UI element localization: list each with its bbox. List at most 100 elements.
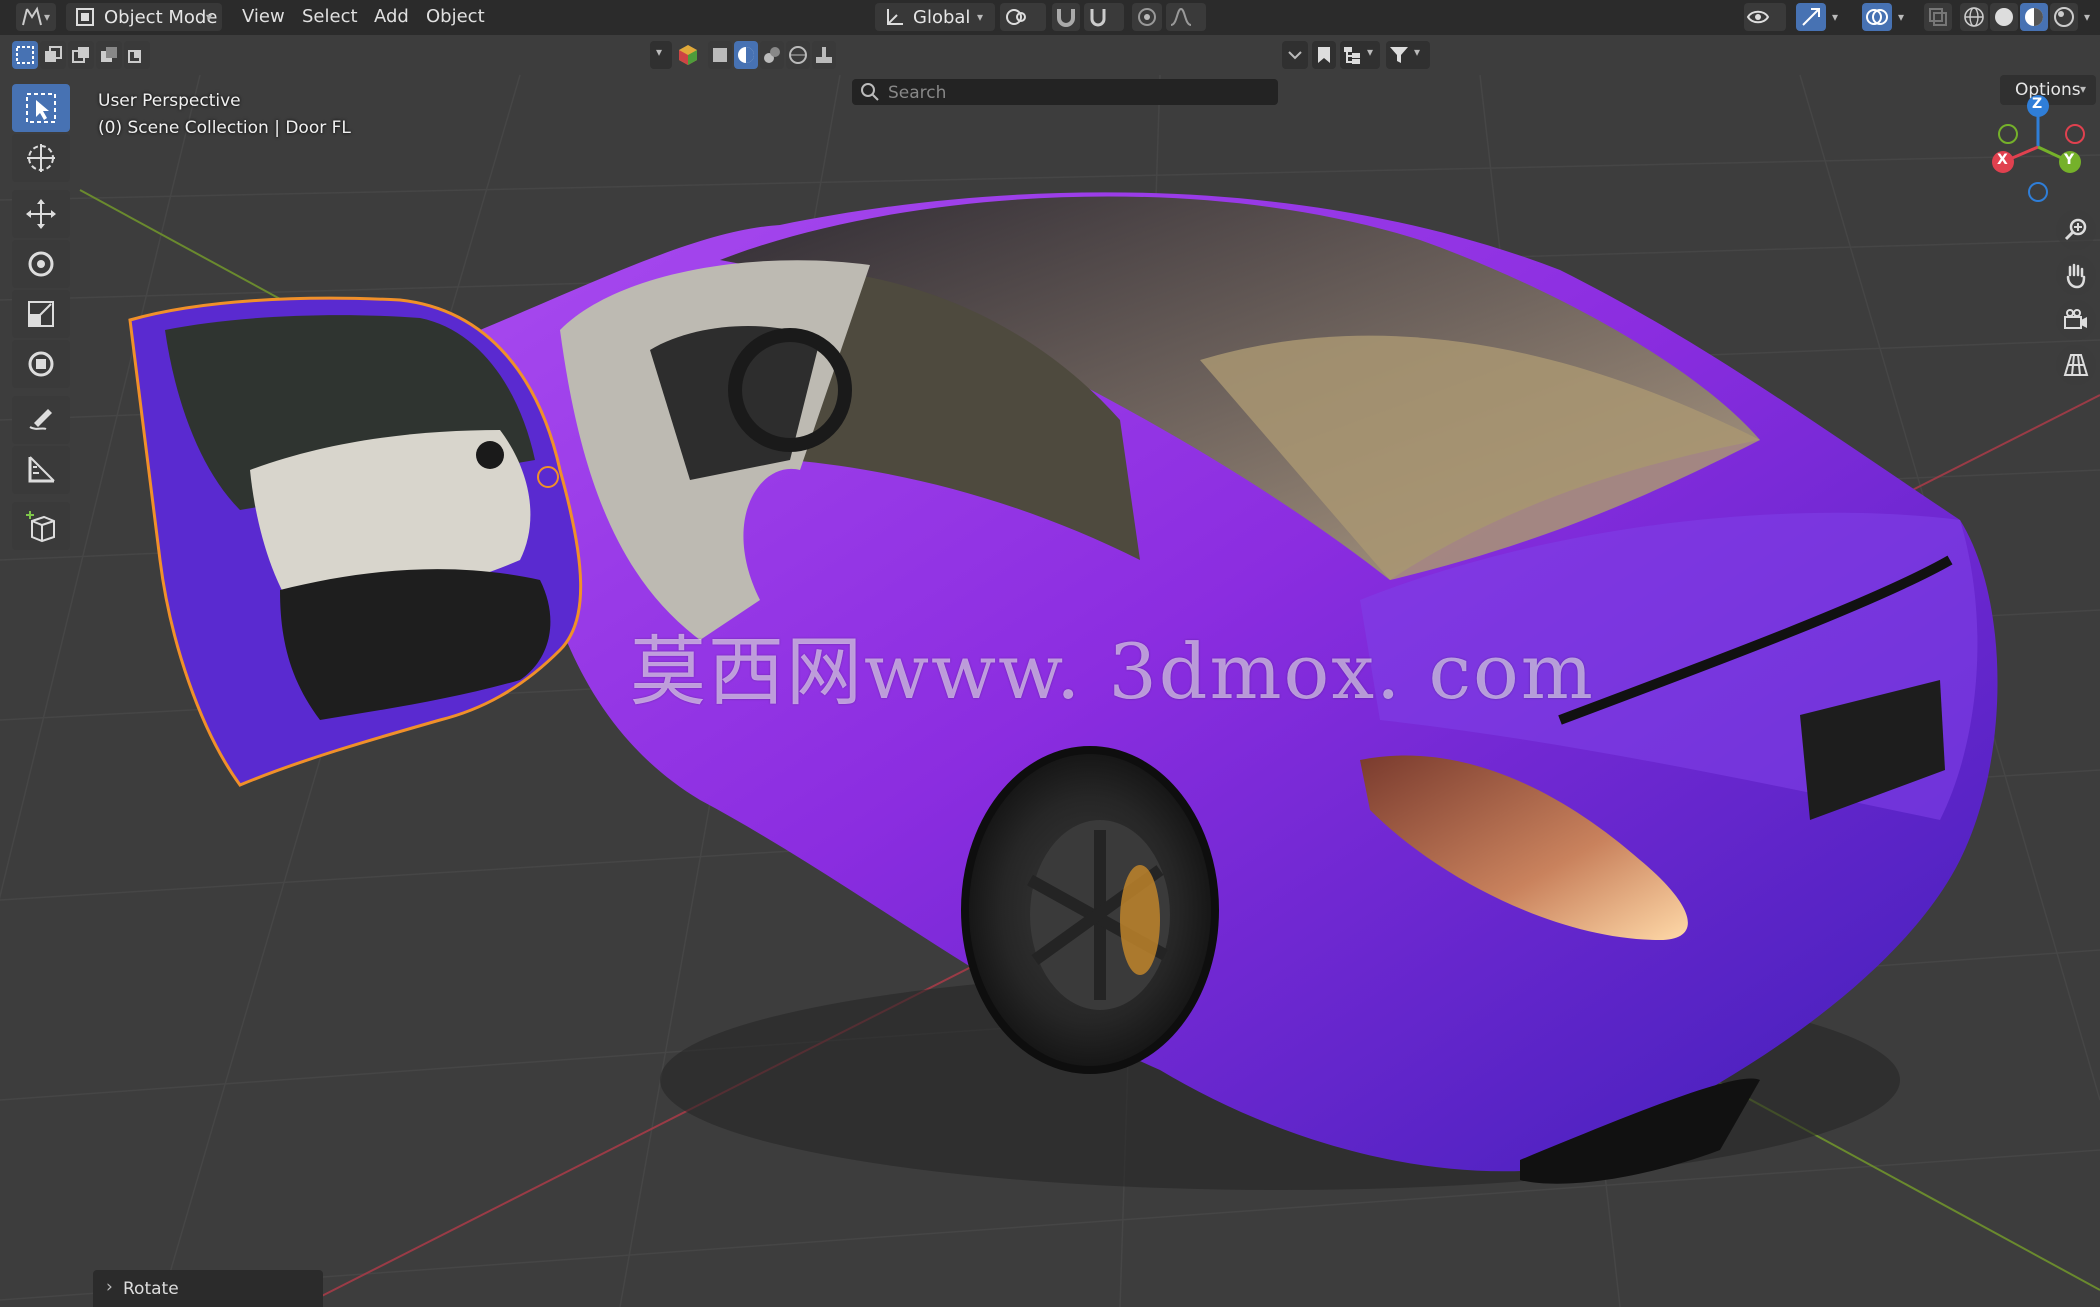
square-icon [713, 48, 727, 62]
object-mode-icon [76, 8, 94, 26]
filter-world[interactable] [786, 41, 810, 69]
viewport-info: User Perspective (0) Scene Collection | … [98, 88, 351, 142]
snap-toggle[interactable] [1052, 3, 1080, 31]
last-operator-panel[interactable]: › Rotate [93, 1270, 323, 1307]
world-icon [789, 46, 807, 64]
falloff-curve-icon [1170, 7, 1192, 26]
xray-toggle[interactable] [1924, 3, 1952, 31]
chevron-down-icon[interactable]: ▾ [1832, 10, 1838, 24]
crosshair-cursor-icon [27, 144, 55, 172]
shading-solid[interactable] [1990, 3, 2018, 31]
overlays-toggle[interactable] [1862, 3, 1892, 31]
menu-view[interactable]: View [238, 6, 289, 27]
tool-cursor[interactable] [12, 134, 70, 182]
transform-orientation-selector[interactable]: Global ▾ [875, 3, 995, 31]
menu-add[interactable]: Add [370, 6, 413, 27]
tool-select-box[interactable] [12, 84, 70, 132]
menu-select[interactable]: Select [298, 6, 362, 27]
select-mode-extend[interactable] [40, 41, 66, 69]
overlays-icon [1866, 9, 1888, 25]
pan-button[interactable] [2056, 255, 2096, 295]
shading-rendered[interactable] [2050, 3, 2078, 31]
node-tree-icon [816, 47, 832, 63]
transform-icon [28, 351, 54, 377]
solid-sphere-icon [1995, 8, 2013, 26]
tool-measure[interactable] [12, 446, 70, 494]
filter-texture[interactable] [760, 41, 784, 69]
mode-label: Object Mode [104, 7, 218, 28]
filter-selectable[interactable] [708, 41, 732, 69]
shading-wireframe[interactable] [1960, 3, 1988, 31]
select-mode-intersect[interactable] [124, 41, 150, 69]
perspective-toggle-button[interactable] [2056, 345, 2096, 385]
bookmark-button[interactable] [1312, 41, 1336, 69]
chevron-down-icon: ▾ [1414, 45, 1421, 59]
chevron-right-icon: › [106, 1277, 113, 1297]
tool-add-cube[interactable] [12, 502, 70, 550]
tool-annotate[interactable] [12, 396, 70, 444]
chevron-down-icon: ▾ [656, 45, 663, 59]
select-mode-subtract[interactable] [68, 41, 94, 69]
gizmo-toggle[interactable] [1796, 3, 1826, 31]
select-mode-new[interactable] [12, 41, 38, 69]
select-mode-invert[interactable] [96, 41, 122, 69]
shading-material-preview[interactable] [2020, 3, 2048, 31]
tool-transform[interactable] [12, 340, 70, 388]
mode-selector[interactable]: Object Mode ▾ [66, 3, 222, 31]
editor-type-button[interactable]: ▾ [16, 3, 56, 31]
select-invert-icon [101, 47, 117, 62]
tool-scale[interactable] [12, 290, 70, 338]
grid-perspective-icon [2063, 354, 2089, 376]
viewport-header: ▾ Object Mode ▾ View Select Add Object G… [0, 0, 2100, 35]
hierarchy-button[interactable]: ▾ [1340, 41, 1380, 69]
collection-info: (0) Scene Collection | Door FL [98, 118, 351, 138]
chevron-down-icon[interactable]: ▾ [1898, 10, 1904, 24]
select-intersect-icon [128, 50, 141, 63]
tool-rotate[interactable] [12, 240, 70, 288]
display-filter-dropdown[interactable]: ▾ [650, 41, 672, 69]
menu-object[interactable]: Object [422, 6, 489, 27]
gizmo-arrow-icon [1802, 8, 1820, 26]
hand-icon [2066, 263, 2086, 289]
select-subtract-icon [72, 47, 89, 63]
pivot-icon [1006, 9, 1026, 25]
object-types-icon[interactable] [676, 43, 700, 67]
pivot-point-button[interactable] [1000, 3, 1046, 31]
hierarchy-icon [1344, 47, 1360, 64]
operator-label: Rotate [123, 1279, 179, 1299]
shader-balls-icon [764, 47, 780, 63]
zoom-button[interactable] [2056, 210, 2096, 250]
proportional-editing-toggle[interactable] [1132, 3, 1162, 31]
watermark-text: 莫西网www. 3dmox. com [630, 627, 1595, 716]
falloff-button[interactable] [1166, 3, 1206, 31]
select-new-icon [16, 46, 34, 64]
search-input[interactable] [886, 79, 1270, 107]
filter-button[interactable]: ▾ [1386, 41, 1430, 69]
gizmo-y-label: Y [2064, 152, 2075, 168]
wireframe-sphere-icon [1964, 7, 1984, 27]
editor-type-icon [22, 6, 42, 26]
chevron-down-icon[interactable]: ▾ [2084, 10, 2090, 24]
ruler-icon [28, 456, 55, 483]
navigation-gizmo[interactable]: Z X Y [1985, 92, 2095, 207]
funnel-icon [1390, 47, 1408, 63]
orientation-axes-icon [887, 9, 903, 25]
camera-view-button[interactable] [2056, 300, 2096, 340]
rotate-icon [28, 251, 54, 277]
rendered-sphere-icon [2054, 7, 2074, 27]
search-options-button[interactable] [1282, 41, 1308, 69]
eye-icon [1746, 10, 1770, 24]
visibility-button[interactable] [1744, 3, 1786, 31]
zoom-magnifier-icon [2064, 218, 2087, 241]
3d-viewport[interactable]: 莫西网www. 3dmox. com [0, 0, 2100, 1307]
gizmo-z-label: Z [2032, 96, 2043, 112]
tool-move[interactable] [12, 190, 70, 238]
snap-target-button[interactable] [1084, 3, 1124, 31]
search-icon [861, 83, 879, 101]
tool-settings-row: ▾ ▾ ▾ Options ▾ [0, 35, 2100, 107]
pencil-icon [29, 409, 52, 430]
filter-visible[interactable] [734, 41, 758, 69]
chevron-down-icon: ▾ [206, 10, 213, 24]
snap-target-icon [1090, 9, 1106, 27]
filter-nodes[interactable] [812, 41, 836, 69]
